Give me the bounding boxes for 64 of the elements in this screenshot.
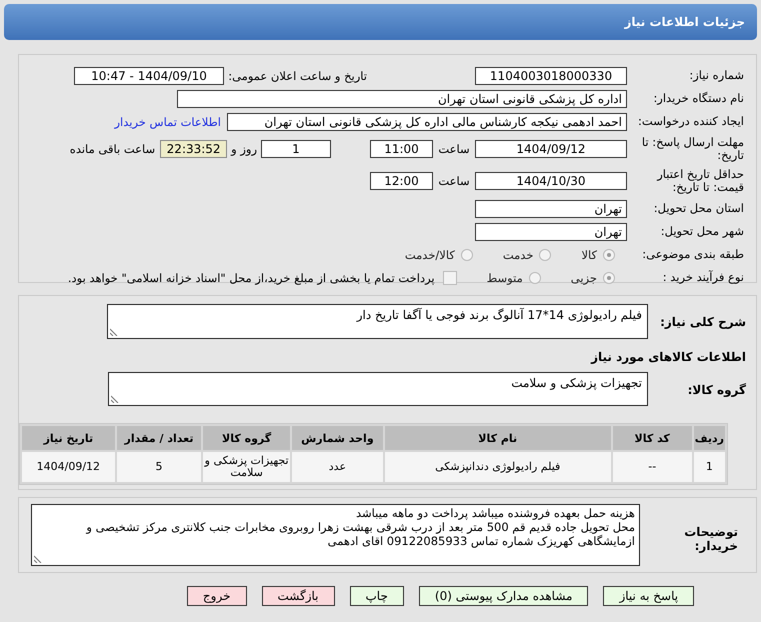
page-title: جزئیات اطلاعات نیاز <box>624 15 745 29</box>
field-label: نام دستگاه خریدار: <box>652 92 744 106</box>
city-field: تهران <box>475 223 627 241</box>
table-cell: تجهیزات پزشکی و سلامت <box>203 452 290 482</box>
action-button[interactable]: خروج <box>186 586 246 606</box>
province-field: تهران <box>475 200 627 218</box>
column-header: کد کالا <box>612 426 692 450</box>
field-label: مهلت ارسال پاسخ: تا تاریخ: <box>640 136 744 162</box>
field-label: شماره نیاز: <box>688 69 744 83</box>
radio-option[interactable]: کالا/خدمت <box>404 248 473 262</box>
description-field: فیلم رادیولوژی 14*17 آنالوگ برند فوجی یا آگفا تاریخ دار <box>107 304 648 339</box>
column-header: تاریخ نیاز <box>22 426 115 450</box>
resize-grip-icon[interactable] <box>111 395 119 403</box>
time-label: ساعت <box>437 174 471 188</box>
field-label: استان محل تحویل: <box>652 202 744 216</box>
column-header: ردیف <box>694 426 725 450</box>
field-label: تاریخ و ساعت اعلان عمومی: <box>227 69 367 83</box>
table-cell: -- <box>612 452 692 482</box>
table-cell: 1 <box>694 452 725 482</box>
table-cell: 5 <box>116 452 202 482</box>
payment-checkbox[interactable] <box>442 271 457 285</box>
column-header: واحد شمارش <box>292 426 383 450</box>
time-label: ساعت <box>437 142 471 156</box>
remaining-time-field: 22:33:52 <box>160 140 228 158</box>
buyer-org-field: اداره کل پزشکی قانونی استان تهران <box>177 90 627 108</box>
announce-date-field: 1404/09/10 - 10:47 <box>74 67 224 85</box>
resize-grip-icon[interactable] <box>34 555 42 563</box>
field-label: ایجاد کننده درخواست: <box>637 115 744 129</box>
table-cell: 1404/09/12 <box>22 452 115 482</box>
action-button[interactable]: پاسخ به نیاز <box>603 586 694 606</box>
buyer-notes-field: هزینه حمل بعهده فروشنده میباشد پرداخت دو ماهه میباشد محل تحویل جاده قدیم قم 500 متر بعد از درب شرقی بهشت زهرا روبروی مخابرات جنب کلانتری مرکز تشخیصی و ازمایشگاهی کهریزک شماره تماس 09122085933 اقای ادهمی <box>31 504 640 566</box>
resize-grip-icon[interactable] <box>110 328 118 336</box>
goods-group-field: تجهیزات پزشکی و سلامت <box>108 372 648 406</box>
field-label: حداقل تاریخ اعتبار قیمت: تا تاریخ: <box>656 168 744 194</box>
action-button[interactable]: چاپ <box>350 586 404 606</box>
table-cell: عدد <box>292 452 383 482</box>
field-label: نوع فرآیند خرید : <box>662 271 744 285</box>
table-cell: فیلم رادیولوژی دندانپزشکی <box>384 452 611 482</box>
remaining-label: ساعت باقی مانده <box>70 142 156 156</box>
action-button[interactable]: بازگشت <box>262 586 334 606</box>
field-label: توضیحات خریدار: <box>683 524 739 553</box>
deadline-time-field: 11:00 <box>370 140 433 158</box>
column-header: نام کالا <box>384 426 611 450</box>
radio-option[interactable]: کالا <box>581 248 615 262</box>
field-label: شرح کلی نیاز: <box>659 314 747 328</box>
action-button[interactable]: مشاهده مدارک پیوستی (0) <box>418 586 588 606</box>
days-label: روز و <box>231 142 257 156</box>
field-label: طبقه بندی موضوعی: <box>641 248 744 262</box>
validity-time-field: 12:00 <box>370 172 433 190</box>
section-title: اطلاعات کالاهای مورد نیاز <box>590 350 746 364</box>
buyer-contact-link[interactable]: اطلاعات تماس خریدار <box>114 115 221 129</box>
column-header: گروه کالا <box>203 426 290 450</box>
deadline-date-field: 1404/09/12 <box>475 140 627 158</box>
need-number-field: 1104003018000330 <box>475 67 627 85</box>
field-label: گروه کالا: <box>686 382 747 397</box>
radio-option[interactable]: متوسط <box>486 271 541 285</box>
radio-option[interactable]: جزیی <box>570 271 615 285</box>
payment-note: پرداخت تمام یا بخشی از مبلغ خرید،از محل "اسناد خزانه اسلامی" خواهد بود. <box>68 271 435 285</box>
radio-option[interactable]: خدمت <box>502 248 552 262</box>
column-header: تعداد / مقدار <box>116 426 202 450</box>
validity-date-field: 1404/10/30 <box>475 172 627 190</box>
requester-field: احمد ادهمی نیکجه کارشناس مالی اداره کل پزشکی قانونی استان تهران <box>227 113 627 131</box>
field-label: شهر محل تحویل: <box>660 225 744 239</box>
days-field: 1 <box>261 140 331 158</box>
